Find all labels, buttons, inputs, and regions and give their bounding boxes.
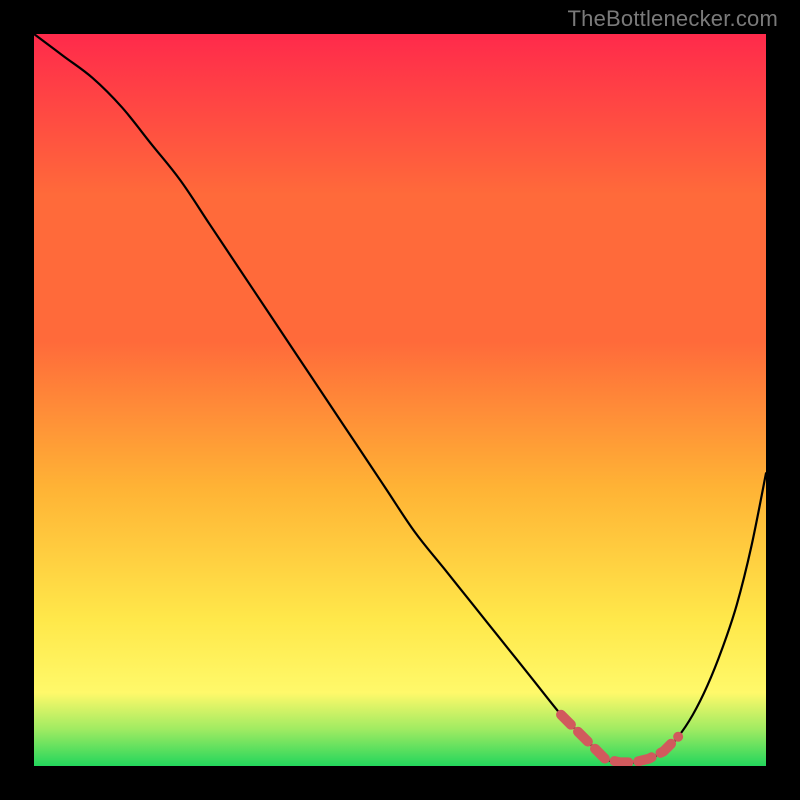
- chart-svg: [34, 34, 766, 766]
- watermark-text: TheBottlenecker.com: [568, 6, 778, 32]
- gradient-background: [34, 34, 766, 766]
- chart-stage: TheBottlenecker.com: [0, 0, 800, 800]
- plot-area: [34, 34, 766, 766]
